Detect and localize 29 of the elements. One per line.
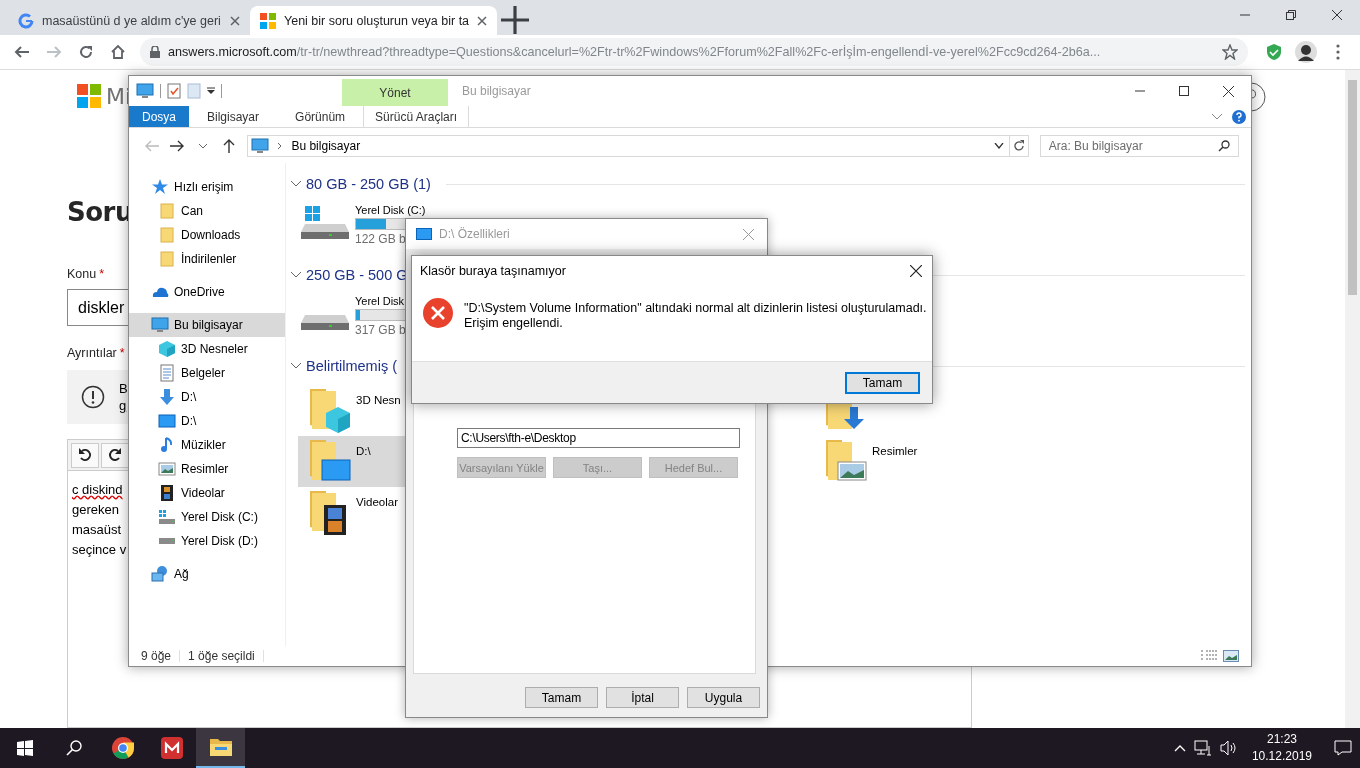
required-mark: * xyxy=(99,267,105,281)
field-label: Ayrıntılar xyxy=(67,346,117,360)
field-label: Konu xyxy=(67,267,97,281)
notice-text: B xyxy=(119,381,128,396)
date-text: 10.12.2019 xyxy=(1251,748,1312,765)
url-text: answers.microsoft.com/tr-tr/newthread?threadtype=Questions&cancelurl=%2Ftr-tr%2Fwindows%2Fforum%2Fall%2Fc-erİşİm-engellendİ-ve-yerel%2Fcc9cd264-2b6a... xyxy=(168,45,1102,59)
status-text: 9 öğe xyxy=(141,649,172,663)
drive-name: Yerel Disk (C:) xyxy=(355,204,426,216)
dialog-title: Klasör buraya taşınamıyor xyxy=(420,264,566,278)
search-placeholder: Ara: Bu bilgisayar xyxy=(1048,138,1143,153)
message-text: Erişim engellendi. xyxy=(464,316,564,331)
time-text: 21:23 xyxy=(1266,731,1297,748)
editor-text: c diskind xyxy=(72,481,123,499)
address-text: Bu bilgisayar xyxy=(291,138,362,153)
notice-text: g xyxy=(119,398,128,413)
required-mark: * xyxy=(119,346,125,360)
status-text: 1 öğe seçildi xyxy=(188,649,255,663)
drive-name: Yerel Disk xyxy=(355,295,405,307)
tab-title: Yeni bir soru oluşturun veya bir ta xyxy=(284,13,470,28)
free-space-text: 317 GB b xyxy=(355,323,406,337)
window-title: Bu bilgisayar xyxy=(462,83,531,100)
editor-text: masaüst xyxy=(72,521,122,539)
context-tab-header: Yönet xyxy=(342,79,448,106)
editor-text: seçince v xyxy=(72,541,127,559)
message-text: "D:\System Volume Information" altındaki normal alt dizinlerin listesi oluşturulamadı. xyxy=(464,301,927,316)
editor-text: gereken xyxy=(72,501,119,519)
tab-title: masaüstünü d ye aldım c'ye geri xyxy=(42,13,222,28)
dialog-title: D:\ Özellikleri xyxy=(439,227,510,241)
free-space-text: 122 GB b xyxy=(355,232,406,246)
